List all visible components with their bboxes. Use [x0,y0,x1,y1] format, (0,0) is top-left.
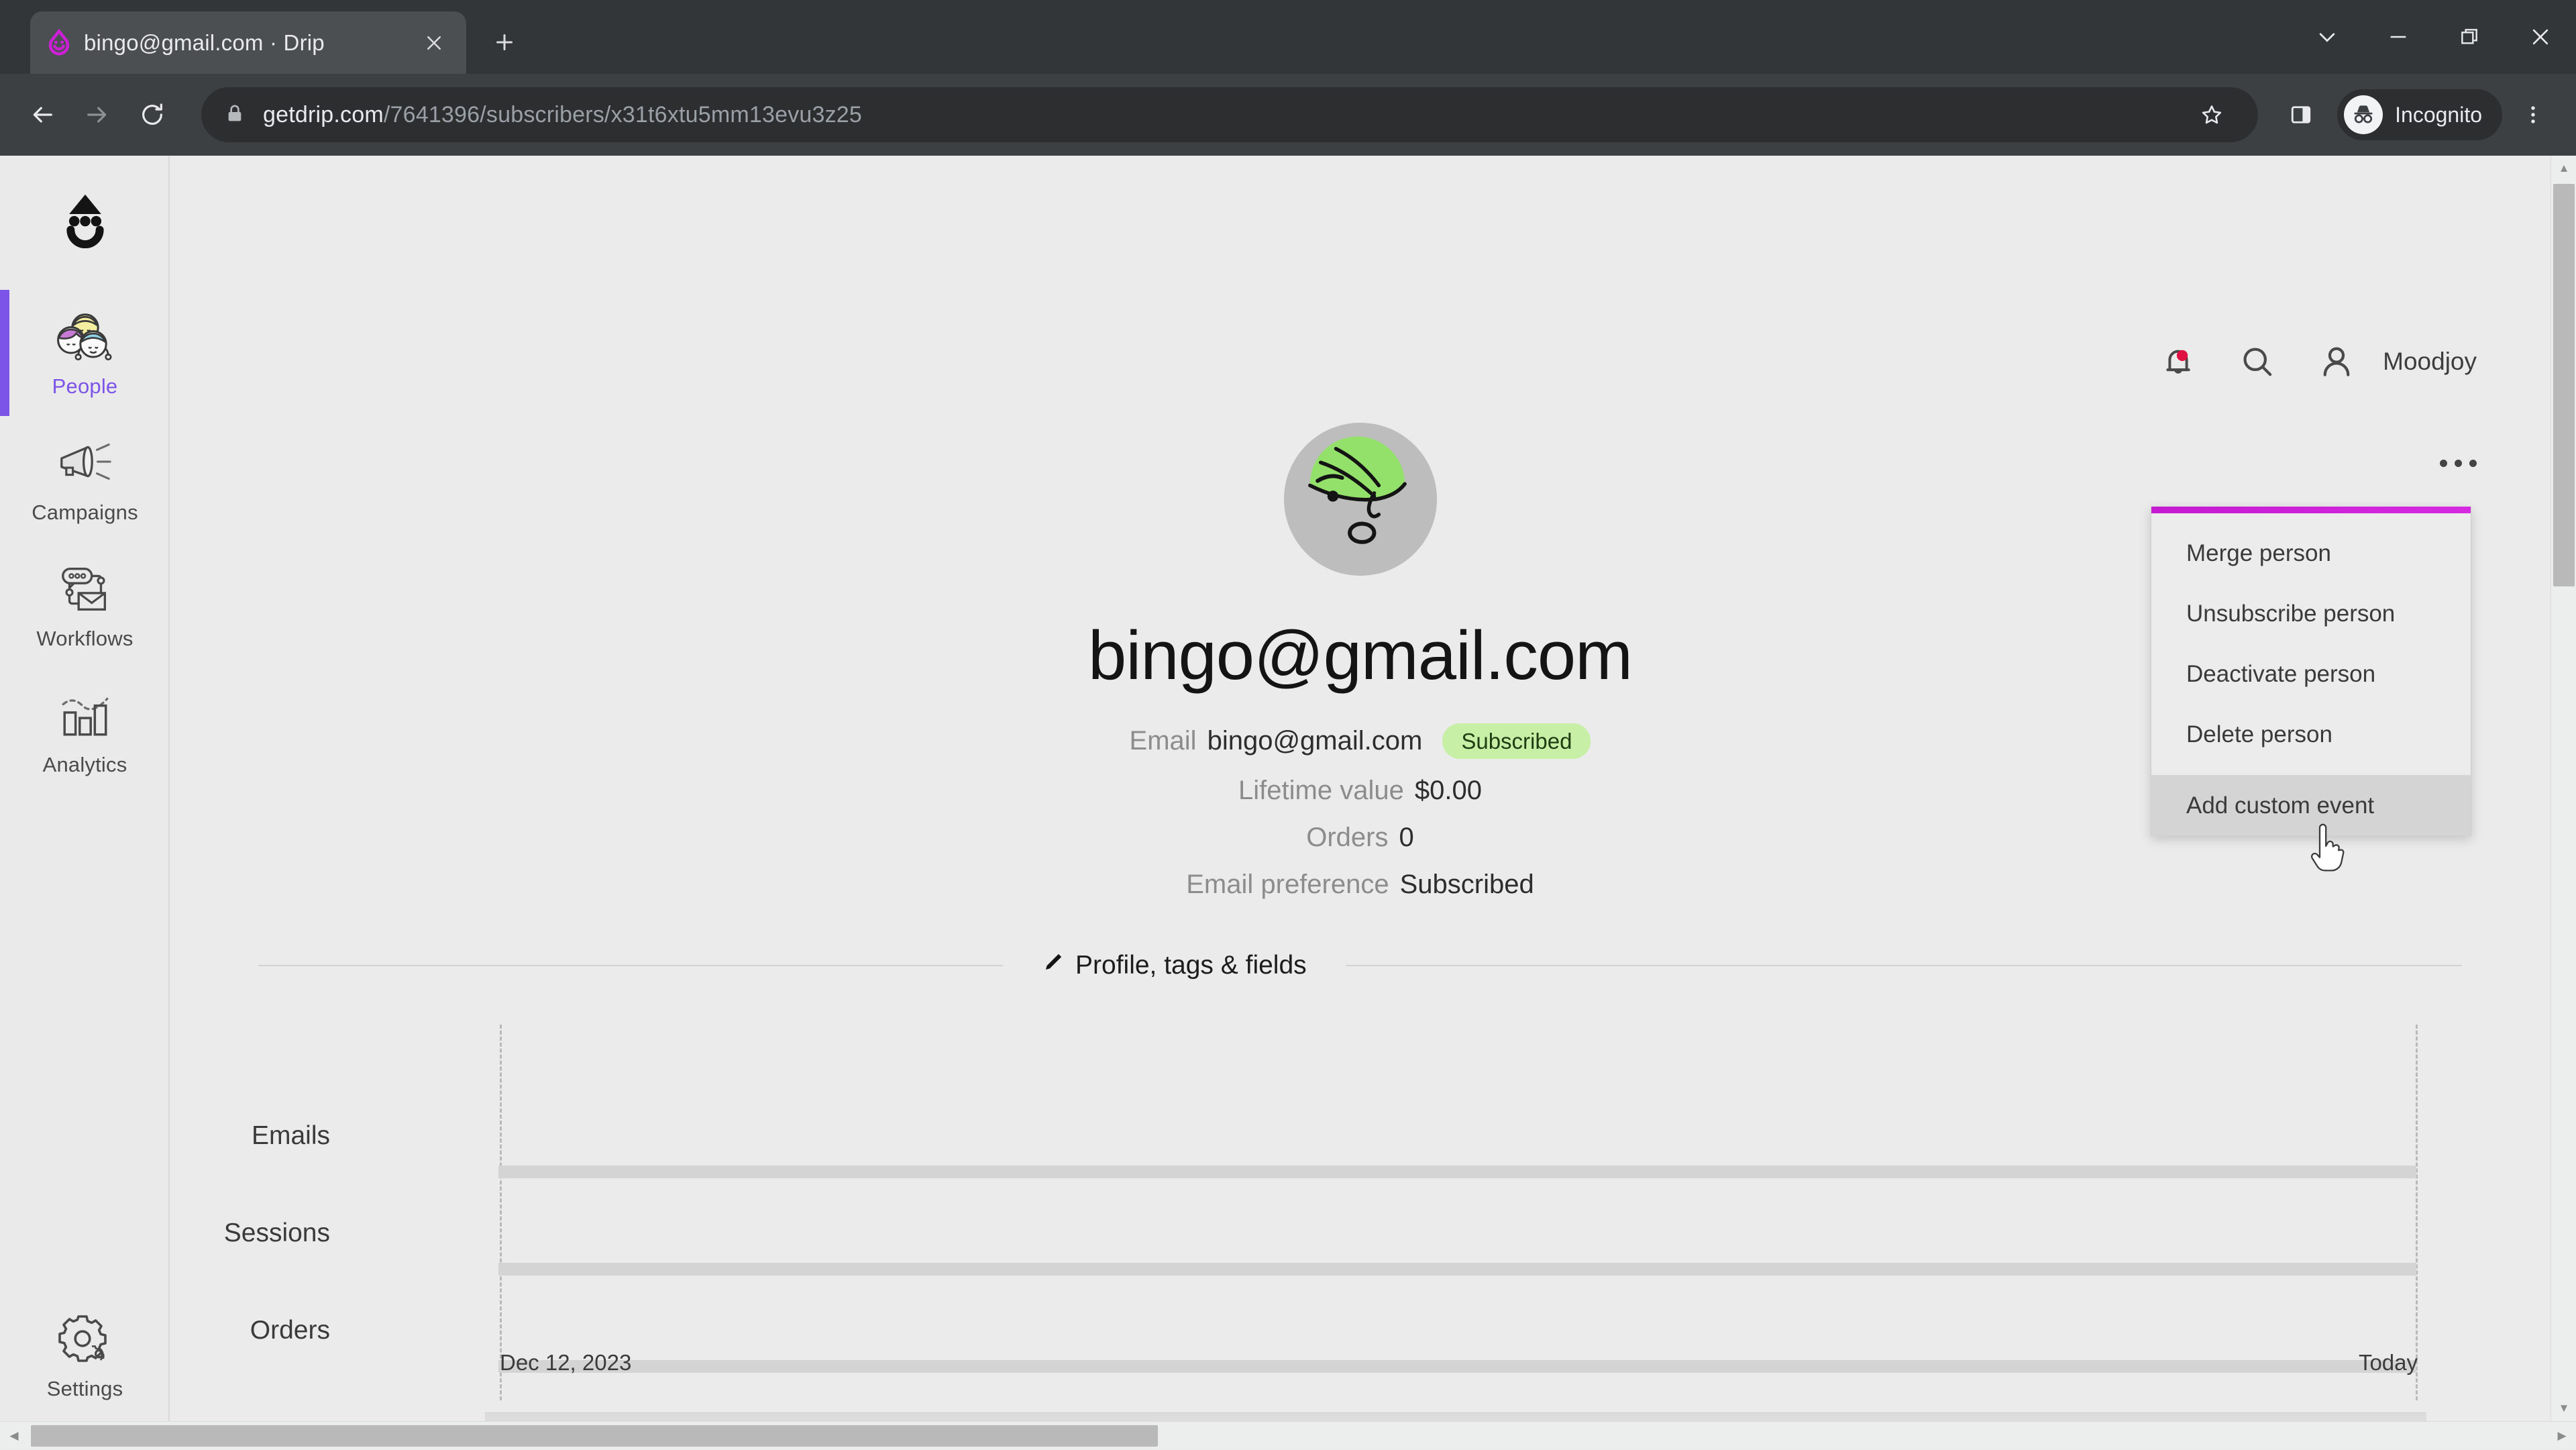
url-text: getdrip.com/7641396/subscribers/x31t6xtu… [263,102,2171,128]
profile-field-email-preference: Email preference Subscribed [170,870,2551,900]
lock-icon [224,103,246,127]
restore-button[interactable] [2434,0,2505,74]
app-header-actions: Moodjoy [2155,338,2477,385]
field-value: $0.00 [1415,776,1482,806]
field-label: Lifetime value [1238,776,1404,806]
side-panel-icon[interactable] [2275,89,2326,140]
section-title[interactable]: Profile, tags & fields [1003,951,1346,980]
timeline-row-label: Sessions [170,1219,330,1248]
page-content: Moodjoy Merge person Unsubscribe person … [170,156,2551,1421]
page-title: bingo@gmail.com [1088,616,1632,695]
tab-strip: bingo@gmail.com · Drip [0,0,2576,74]
field-label: Email [1130,726,1197,756]
search-icon[interactable] [2234,338,2281,385]
profile-fields: Email bingo@gmail.com Subscribed Lifetim… [170,723,2551,917]
address-bar[interactable]: getdrip.com/7641396/subscribers/x31t6xtu… [201,87,2258,142]
incognito-label: Incognito [2395,103,2482,127]
timeline-horizontal-scrollbar[interactable]: ◀ [485,1412,2426,1421]
arrow-right-icon[interactable] [72,90,122,140]
timeline-end-date: Today [2359,1350,2418,1376]
timeline-row-orders: Orders [170,1293,2551,1390]
tab-search-button[interactable] [2292,0,2363,74]
megaphone-icon [53,435,117,491]
profile-field-lifetime-value: Lifetime value $0.00 [170,776,2551,806]
sidebar-item-label: Settings [47,1377,123,1401]
timeline-row-label: Orders [170,1316,330,1345]
sidebar-item-campaigns[interactable]: Campaigns [0,416,170,542]
divider-line-right [1346,965,2462,966]
activity-timeline-chart: Emails Sessions Orders Dec 12, 2023 Toda… [170,1025,2551,1400]
reload-icon[interactable] [127,90,177,140]
close-icon[interactable] [417,25,451,60]
bell-icon[interactable] [2155,338,2202,385]
timeline-row-spacer [170,1025,2551,1098]
profile-field-email: Email bingo@gmail.com Subscribed [170,723,2551,759]
sidebar-item-analytics[interactable]: Analytics [0,668,170,794]
url-path: /7641396/subscribers/x31t6xtu5mm13evu3z2… [384,102,862,127]
tab-title: bingo@gmail.com · Drip [84,30,406,56]
sidebar-item-settings[interactable]: Settings [0,1311,170,1401]
incognito-icon [2344,95,2383,134]
section-title-label: Profile, tags & fields [1075,951,1307,980]
three-dot-menu-icon[interactable] [2508,89,2559,140]
browser-chrome: bingo@gmail.com · Drip [0,0,2576,156]
close-window-button[interactable] [2505,0,2576,74]
field-value: Subscribed [1400,870,1534,900]
divider-line-left [258,965,1003,966]
gear-icon [53,1311,117,1367]
pencil-icon [1042,951,1065,980]
sidebar-nav: People Campaigns [0,290,170,794]
page-vertical-scrollbar[interactable]: ▲ ▼ [2551,156,2576,1421]
page-horizontal-scrollbar[interactable]: ◀ ▶ [0,1421,2576,1449]
drip-logo-icon[interactable] [0,184,170,255]
account-name[interactable]: Moodjoy [2383,348,2477,376]
profile-field-orders: Orders 0 [170,823,2551,853]
person-icon[interactable] [2313,338,2360,385]
timeline-row-sessions: Sessions [170,1196,2551,1293]
people-icon [53,309,117,365]
incognito-profile-button[interactable]: Incognito [2337,89,2502,140]
sidebar-item-label: Campaigns [32,501,138,525]
star-icon[interactable] [2188,91,2235,138]
drip-droplet-icon [45,29,73,57]
minimize-button[interactable] [2363,0,2434,74]
timeline-rows: Emails Sessions Orders [170,1025,2551,1390]
bar-chart-icon [53,687,117,743]
sidebar-item-label: Workflows [36,627,133,651]
sidebar: People Campaigns [0,156,170,1421]
new-tab-button[interactable] [481,19,528,66]
sidebar-item-workflows[interactable]: Workflows [0,542,170,668]
timeline-row-label: Emails [170,1121,330,1151]
workflow-icon [53,561,117,617]
pointing-hand-cursor [2308,823,2348,874]
sidebar-item-people[interactable]: People [0,290,170,416]
browser-tab[interactable]: bingo@gmail.com · Drip [30,11,466,74]
field-label: Orders [1306,823,1388,853]
profile-tags-fields-section: Profile, tags & fields [170,951,2551,980]
triangle-right-icon[interactable]: ▶ [2548,1422,2576,1450]
vertical-scrollbar-thumb[interactable] [2553,184,2575,586]
subscriber-profile: bingo@gmail.com Email bingo@gmail.com Su… [170,423,2551,917]
url-domain: getdrip.com [263,102,384,127]
sidebar-item-label: Analytics [43,753,127,777]
timeline-track [498,1360,2416,1373]
triangle-left-icon[interactable]: ◀ [0,1422,28,1450]
triangle-down-icon[interactable]: ▼ [2551,1396,2576,1421]
triangle-up-icon[interactable]: ▲ [2551,156,2576,181]
field-label: Email preference [1186,870,1389,900]
field-value: 0 [1399,823,1414,853]
timeline-track [498,1263,2416,1276]
sidebar-item-label: People [52,374,118,399]
app-viewport: People Campaigns [0,156,2576,1449]
field-value: bingo@gmail.com [1208,726,1423,756]
browser-toolbar: getdrip.com/7641396/subscribers/x31t6xtu… [0,74,2576,156]
arrow-left-icon[interactable] [17,90,67,140]
timeline-track [498,1166,2416,1178]
status-badge: Subscribed [1442,723,1591,759]
timeline-row-emails: Emails [170,1098,2551,1196]
window-controls [2292,0,2576,74]
timeline-start-date: Dec 12, 2023 [500,1350,631,1376]
horizontal-scrollbar-thumb[interactable] [31,1425,1158,1447]
person-avatar-green-hair-icon [1284,423,1437,576]
